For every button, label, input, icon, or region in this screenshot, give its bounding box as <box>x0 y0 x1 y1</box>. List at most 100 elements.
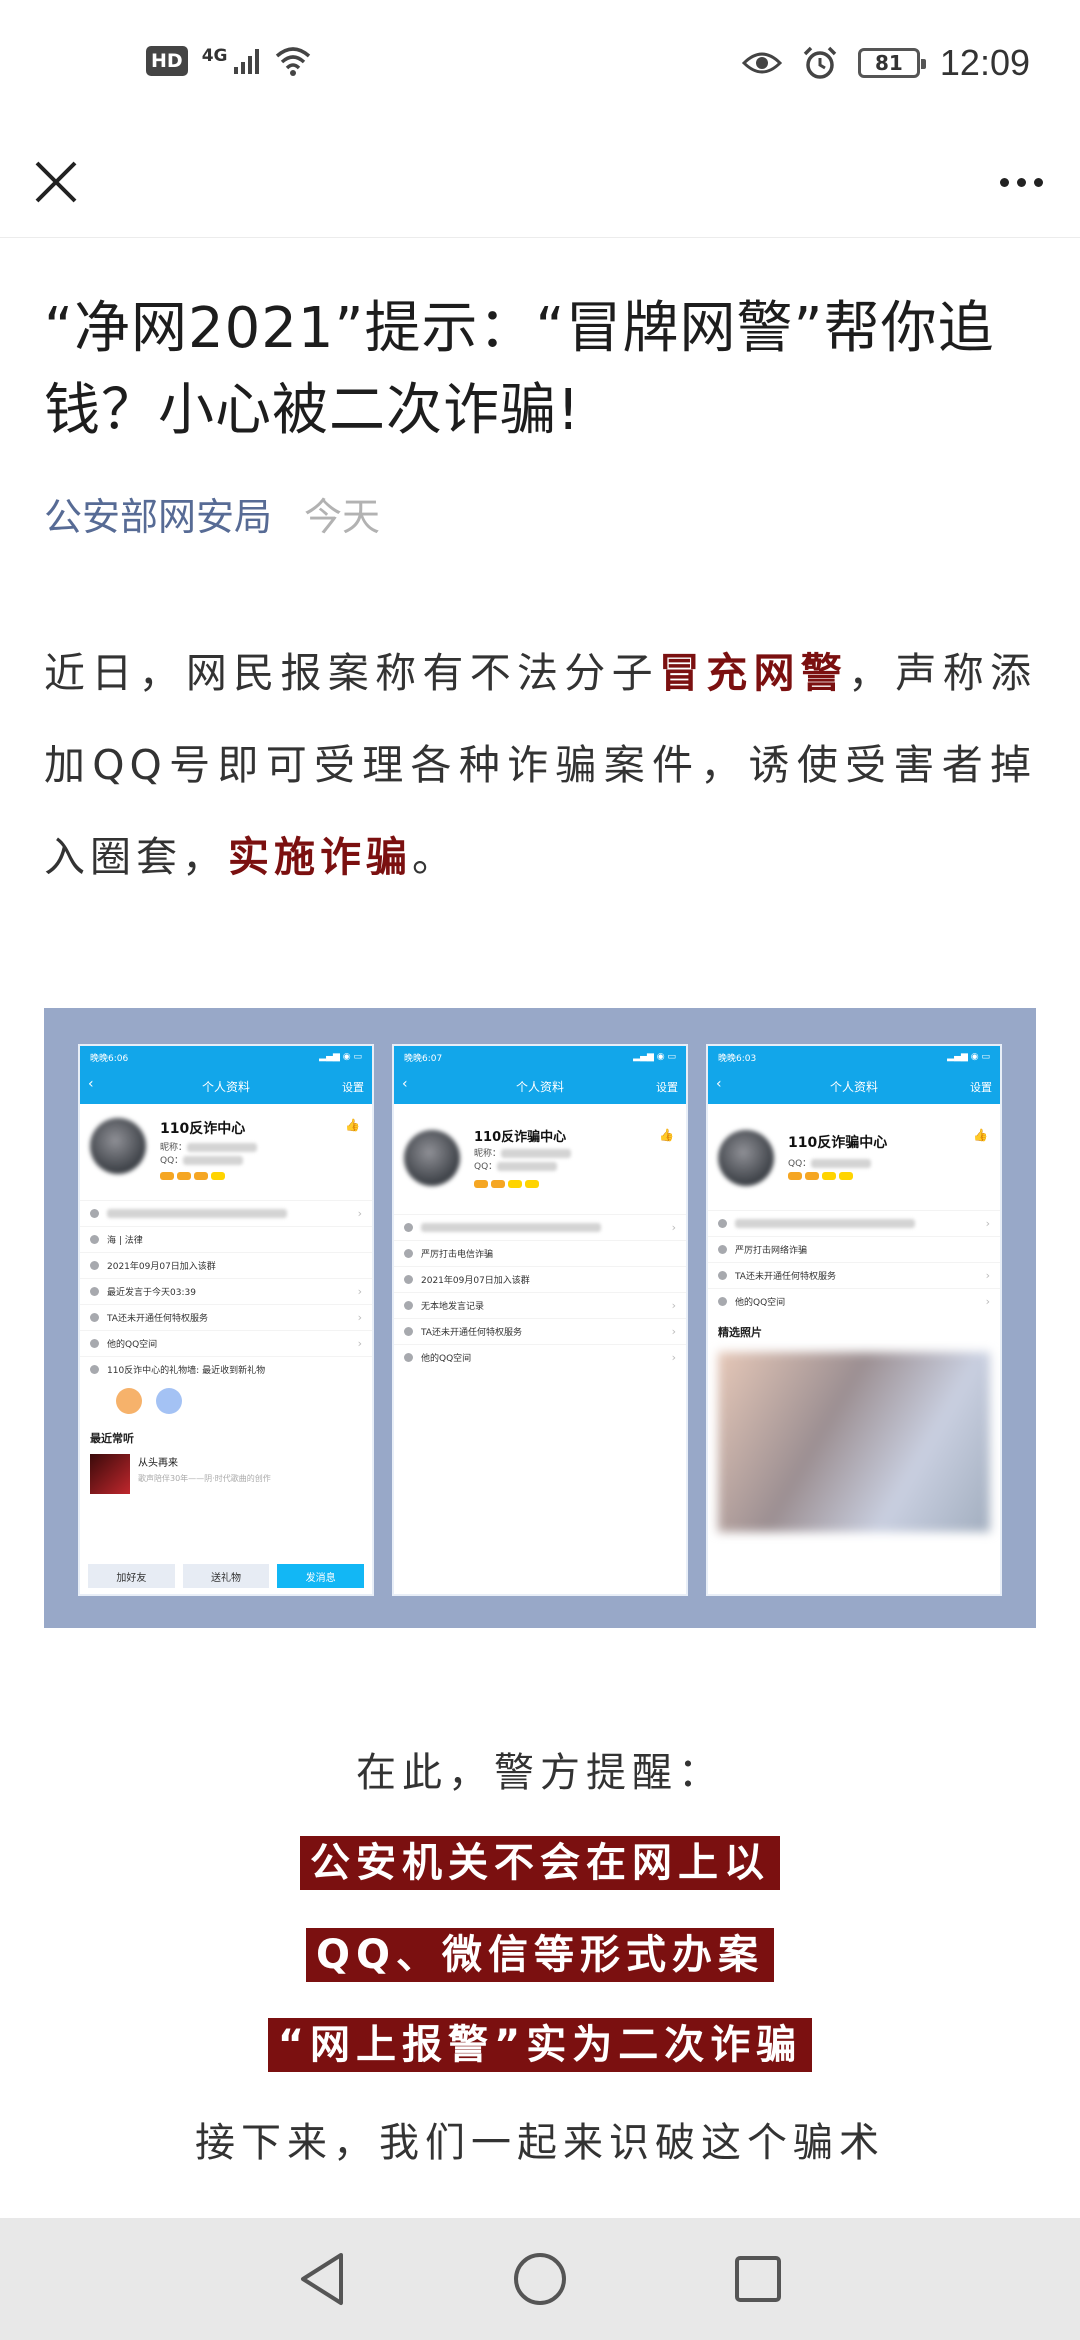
row-text: TA还未开通任何特权服务 <box>421 1328 522 1338</box>
close-button[interactable] <box>26 152 86 212</box>
warning-text: QQ、微信等形式办案 <box>305 1928 774 1982</box>
blurred-text <box>183 1156 244 1165</box>
profile-row: 他的QQ空间 › <box>394 1344 686 1370</box>
article: “净网2021”提示：“冒牌网警”帮你追钱？小心被二次诈骗! 公安部网安局 今天… <box>44 288 1036 903</box>
close-icon <box>35 161 77 203</box>
phone-settings: 设置 <box>970 1081 992 1094</box>
like-icon: 👍 <box>973 1128 988 1142</box>
profile-row: 他的QQ空间 › <box>80 1330 372 1356</box>
edit-icon <box>718 1245 727 1254</box>
row-text: 他的QQ空间 <box>735 1298 786 1308</box>
para-text: 。 <box>412 833 458 881</box>
chat-icon <box>90 1287 99 1296</box>
profile-name: 110反诈骗中心 <box>474 1130 567 1145</box>
blurred-text <box>421 1223 601 1232</box>
blurred-text <box>497 1162 558 1171</box>
phone-header: ‹ 个人资料 设置 <box>708 1068 1000 1104</box>
song-subtitle: 歌声陪伴30年——阴·时代歌曲的创作 <box>138 1474 271 1483</box>
blurred-avatar <box>90 1118 146 1174</box>
phone-time: 晚晚6:03 <box>718 1053 757 1064</box>
profile-row: › <box>80 1200 372 1226</box>
more-options-button[interactable] <box>986 152 1056 212</box>
home-circle-icon <box>514 2253 566 2305</box>
profile-name: 110反诈中心 <box>160 1121 246 1137</box>
profile-row: 严厉打击电信诈骗 <box>394 1240 686 1266</box>
recents-square-icon <box>735 2256 781 2302</box>
phone-profile: 110反诈骗中心 QQ： 👍 <box>708 1104 1000 1200</box>
warning-banner-3: “网上报警”实为二次诈骗 <box>0 2018 1080 2072</box>
profile-name: 110反诈骗中心 <box>788 1135 888 1151</box>
qq-label: QQ： <box>474 1162 498 1172</box>
person-icon <box>404 1223 413 1232</box>
blurred-text <box>107 1209 287 1218</box>
phone-time: 晚晚6:07 <box>404 1053 443 1064</box>
phone-settings: 设置 <box>342 1081 364 1094</box>
battery-indicator: 81 <box>857 48 926 78</box>
row-text: 严厉打击网络诈骗 <box>735 1246 808 1256</box>
profile-nick: 昵称： QQ： <box>474 1146 572 1172</box>
level-badges <box>160 1172 225 1180</box>
song-title: 从头再来 <box>138 1458 178 1469</box>
phone-status-icons: ▂▄▆ ◉ ▭ <box>947 1052 990 1062</box>
group-icon <box>404 1275 413 1284</box>
profile-row: › <box>394 1214 686 1240</box>
profile-row: › <box>708 1210 1000 1236</box>
nav-home-button[interactable] <box>495 2234 585 2324</box>
more-dot-icon <box>1016 177 1026 187</box>
closing-line: 接下来，我们一起来识破这个骗术 <box>195 2120 885 2166</box>
profile-qq: QQ： <box>788 1156 872 1169</box>
warning-banner-2: QQ、微信等形式办案 <box>0 1928 1080 1982</box>
row-text: 最近发言于今天03:39 <box>107 1288 196 1298</box>
phone-header-title: 个人资料 <box>515 1079 564 1094</box>
row-text: 海 | 法律 <box>107 1236 143 1246</box>
profile-row: 2021年09月07日加入该群 <box>80 1252 372 1278</box>
row-text: 2021年09月07日加入该群 <box>421 1276 530 1286</box>
recent-music-title: 最近常听 <box>90 1432 134 1445</box>
phone-time: 晚晚6:06 <box>90 1053 129 1064</box>
phone-header-title: 个人资料 <box>829 1079 878 1094</box>
profile-row: TA还未开通任何特权服务 › <box>394 1318 686 1344</box>
like-icon: 👍 <box>659 1128 674 1142</box>
group-icon <box>90 1261 99 1270</box>
wifi-icon <box>276 47 311 76</box>
tag-icon <box>90 1235 99 1244</box>
nav-recents-button[interactable] <box>713 2234 803 2324</box>
highlight-text: 冒充网警 <box>658 649 849 697</box>
qq-label: QQ： <box>788 1159 812 1169</box>
more-dot-icon <box>999 177 1009 187</box>
back-icon: ‹ <box>716 1076 722 1092</box>
level-badges <box>788 1172 853 1180</box>
phone-status-bar: 晚晚6:03 ▂▄▆ ◉ ▭ <box>708 1046 1000 1068</box>
para-text: 近日，网民报案称有不法分子 <box>44 649 659 697</box>
star-icon <box>90 1339 99 1348</box>
profile-row: 他的QQ空间 › <box>708 1288 1000 1314</box>
system-nav-bar <box>0 2218 1080 2340</box>
profile-row: 2021年09月07日加入该群 <box>394 1266 686 1292</box>
network-type: 4G <box>201 46 228 66</box>
phone-status-bar: 晚晚6:06 ▂▄▆ ◉ ▭ <box>80 1046 372 1068</box>
row-text: TA还未开通任何特权服务 <box>107 1314 208 1324</box>
article-title: “净网2021”提示：“冒牌网警”帮你追钱？小心被二次诈骗! <box>44 296 995 443</box>
phone-settings: 设置 <box>656 1081 678 1094</box>
more-dot-icon <box>1033 177 1043 187</box>
nav-back-button[interactable] <box>277 2234 367 2324</box>
profile-nick: 昵称： QQ： <box>160 1140 258 1166</box>
eye-icon <box>741 52 782 74</box>
star-icon <box>718 1297 727 1306</box>
person-icon <box>90 1209 99 1218</box>
account-name-link[interactable]: 公安部网安局 <box>44 486 272 541</box>
screenshots-figure[interactable]: 晚晚6:06 ▂▄▆ ◉ ▭ ‹ 个人资料 设置 110反诈中心 昵称： QQ： 👍… <box>44 1008 1036 1628</box>
crown-icon <box>90 1313 99 1322</box>
nick-label: 昵称： <box>160 1143 188 1153</box>
like-icon: 👍 <box>345 1118 360 1132</box>
article-meta: 公安部网安局 今天 <box>44 486 1036 541</box>
blurred-avatar <box>404 1130 460 1186</box>
warning-text: 公安机关不会在网上以 <box>300 1836 780 1890</box>
phone-screenshot-2: 晚晚6:07 ▂▄▆ ◉ ▭ ‹ 个人资料 设置 110反诈骗中心 昵称： QQ： … <box>392 1044 688 1596</box>
reminder-intro: 在此，警方提醒： <box>356 1750 724 1796</box>
clock: 12:09 <box>939 42 1030 83</box>
phone-status-bar: 晚晚6:07 ▂▄▆ ◉ ▭ <box>394 1046 686 1068</box>
hd-badge: HD <box>146 46 188 76</box>
phone-screenshot-1: 晚晚6:06 ▂▄▆ ◉ ▭ ‹ 个人资料 设置 110反诈中心 昵称： QQ： 👍… <box>78 1044 374 1596</box>
profile-row: TA还未开通任何特权服务 › <box>708 1262 1000 1288</box>
